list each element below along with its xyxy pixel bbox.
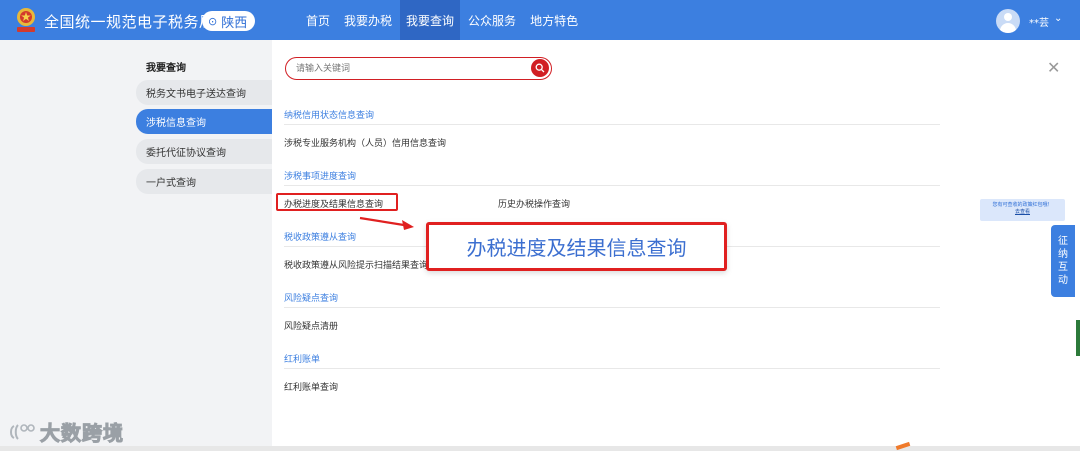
zoom-callout: 办税进度及结果信息查询 [426, 222, 727, 271]
sidebar-item-one-stop[interactable]: 一户式查询 [136, 169, 272, 194]
top-header-bar: 全国统一规范电子税务局 ⊙ 陕西 首页 我要办税 我要查询 公众服务 地方特色 … [0, 0, 1080, 40]
link-history-operation-query[interactable]: 历史办税操作查询 [498, 197, 570, 210]
watermark: 大数跨境 [8, 417, 124, 446]
search-box [285, 57, 552, 80]
section-divider [284, 185, 940, 186]
highlight-box [276, 193, 398, 211]
policy-bonus-tip[interactable]: 您有可查收的政策红包哦！ 去查看 [980, 199, 1065, 221]
section-divider [284, 307, 940, 308]
location-pin-icon: ⊙ [208, 14, 218, 28]
section-heading-policy: 税收政策遵从查询 [284, 233, 357, 243]
watermark-logo-icon [10, 423, 35, 440]
nav-tax-handling[interactable]: 我要办税 [338, 0, 398, 40]
link-risk-list[interactable]: 风险疑点清册 [284, 319, 338, 332]
sidebar-item-tax-info[interactable]: 涉税信息查询 [136, 109, 272, 134]
section-heading-bonus: 红利账单 [284, 355, 321, 365]
annotation-arrow-icon [359, 216, 414, 230]
user-avatar[interactable] [996, 9, 1020, 33]
interaction-float-tab[interactable]: 征纳互动 [1051, 225, 1075, 297]
region-label: 陕西 [221, 15, 248, 31]
section-divider [284, 124, 940, 125]
section-heading-progress: 涉税事项进度查询 [284, 172, 357, 182]
edge-scroll-handle[interactable] [1076, 320, 1080, 356]
section-heading-risk: 风险疑点查询 [284, 294, 339, 304]
nav-query[interactable]: 我要查询 [400, 0, 461, 40]
section-heading-credit: 纳税信用状态信息查询 [284, 111, 375, 121]
watermark-text: 大数跨境 [40, 421, 124, 446]
search-icon [535, 63, 545, 73]
region-selector[interactable]: ⊙ 陕西 [202, 11, 256, 31]
link-agency-credit-query[interactable]: 涉税专业服务机构（人员）信用信息查询 [284, 136, 446, 149]
close-icon[interactable]: ✕ [1047, 58, 1060, 77]
user-name[interactable]: **芸 [1029, 14, 1049, 29]
nav-home[interactable]: 首页 [300, 0, 336, 40]
section-divider [284, 368, 940, 369]
sidebar-title: 我要查询 [146, 63, 186, 74]
tax-emblem-logo[interactable] [14, 6, 38, 34]
search-input[interactable] [296, 61, 526, 77]
sidebar-item-agency-agreement[interactable]: 委托代征协议查询 [136, 139, 272, 164]
site-title[interactable]: 全国统一规范电子税务局 [44, 11, 215, 32]
chevron-down-icon[interactable]: ⌄ [1054, 13, 1062, 24]
tip-link[interactable]: 去查看 [980, 209, 1065, 216]
search-button[interactable] [531, 59, 549, 77]
main-nav: 首页 我要办税 我要查询 公众服务 地方特色 [300, 0, 586, 40]
link-policy-risk-query[interactable]: 税收政策遵从风险提示扫描结果查询 [284, 258, 428, 271]
avatar-body-shape [1000, 23, 1016, 33]
bottom-strip [0, 446, 1080, 451]
nav-public-service[interactable]: 公众服务 [462, 0, 522, 40]
link-bonus-bill-query[interactable]: 红利账单查询 [284, 380, 338, 393]
avatar-head-shape [1004, 13, 1012, 21]
sidebar-item-doc-delivery[interactable]: 税务文书电子送达查询 [136, 80, 272, 105]
tip-text: 您有可查收的政策红包哦！ [992, 202, 1053, 208]
nav-local-features[interactable]: 地方特色 [524, 0, 584, 40]
